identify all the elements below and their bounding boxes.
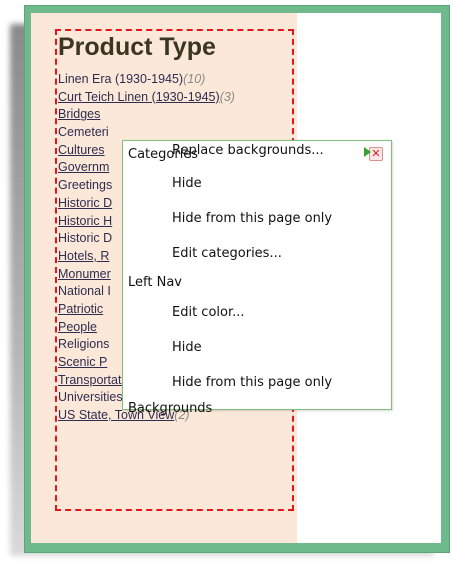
menu-item[interactable]: Edit categories... [123,244,391,264]
nav-title: Product Type [58,33,216,61]
nav-item[interactable]: Curt Teich Linen (1930-1945)(3) [58,89,294,107]
menu-item[interactable]: Hide from this page only [123,373,391,393]
menu-item[interactable]: Hide from this page only [123,209,391,229]
nav-item-label[interactable]: Monumer [58,267,111,281]
menu-item[interactable]: Hide [123,174,391,194]
nav-item-label[interactable]: Religions [58,337,109,351]
menu-item-label: Hide [172,176,202,191]
nav-item-label[interactable]: Linen Era (1930-1945) [58,72,183,86]
nav-item-count: (10) [183,72,206,86]
nav-item-label[interactable]: Governm [58,160,109,174]
nav-item-label[interactable]: Patriotic [58,302,103,316]
menu-item-label: Hide [172,340,202,355]
menu-item-label: Edit color... [172,305,245,320]
submenu-arrow-icon [364,147,371,157]
nav-item[interactable]: Linen Era (1930-1945)(10) [58,71,294,89]
menu-item[interactable]: Replace backgrounds... [123,141,391,161]
nav-item-label[interactable]: Historic D [58,196,112,210]
menu-section-heading: Backgrounds [128,401,213,416]
nav-item-label[interactable]: National I [58,284,111,298]
nav-item[interactable]: Bridges [58,106,294,124]
nav-item-label[interactable]: Cemeteri [58,125,109,139]
nav-item-label[interactable]: Curt Teich Linen (1930-1945) [58,90,220,104]
context-menu: ✕ Categories Hide Hide from this page only… [122,140,392,416]
menu-item-label: Hide from this page only [172,375,333,390]
nav-item-label[interactable]: Cultures [58,143,105,157]
menu-item-label: Hide from this page only [172,211,333,226]
nav-item-label[interactable]: Greetings [58,178,112,192]
menu-section-heading: Left Nav [128,275,182,290]
nav-item-label[interactable]: Historic H [58,214,112,228]
nav-item-label[interactable]: Scenic P [58,355,107,369]
nav-item-label[interactable]: Hotels, R [58,249,109,263]
menu-item[interactable]: Hide [123,338,391,358]
nav-item-label[interactable]: Universities [58,390,123,404]
menu-item-label: Replace backgrounds... [172,143,324,158]
menu-item-label: Edit categories... [172,246,282,261]
nav-item-label[interactable]: People [58,320,97,334]
nav-item-label[interactable]: Bridges [58,107,100,121]
menu-item[interactable]: Edit color... [123,303,391,323]
nav-item-count: (3) [219,89,235,104]
nav-item-label[interactable]: Historic D [58,231,112,245]
